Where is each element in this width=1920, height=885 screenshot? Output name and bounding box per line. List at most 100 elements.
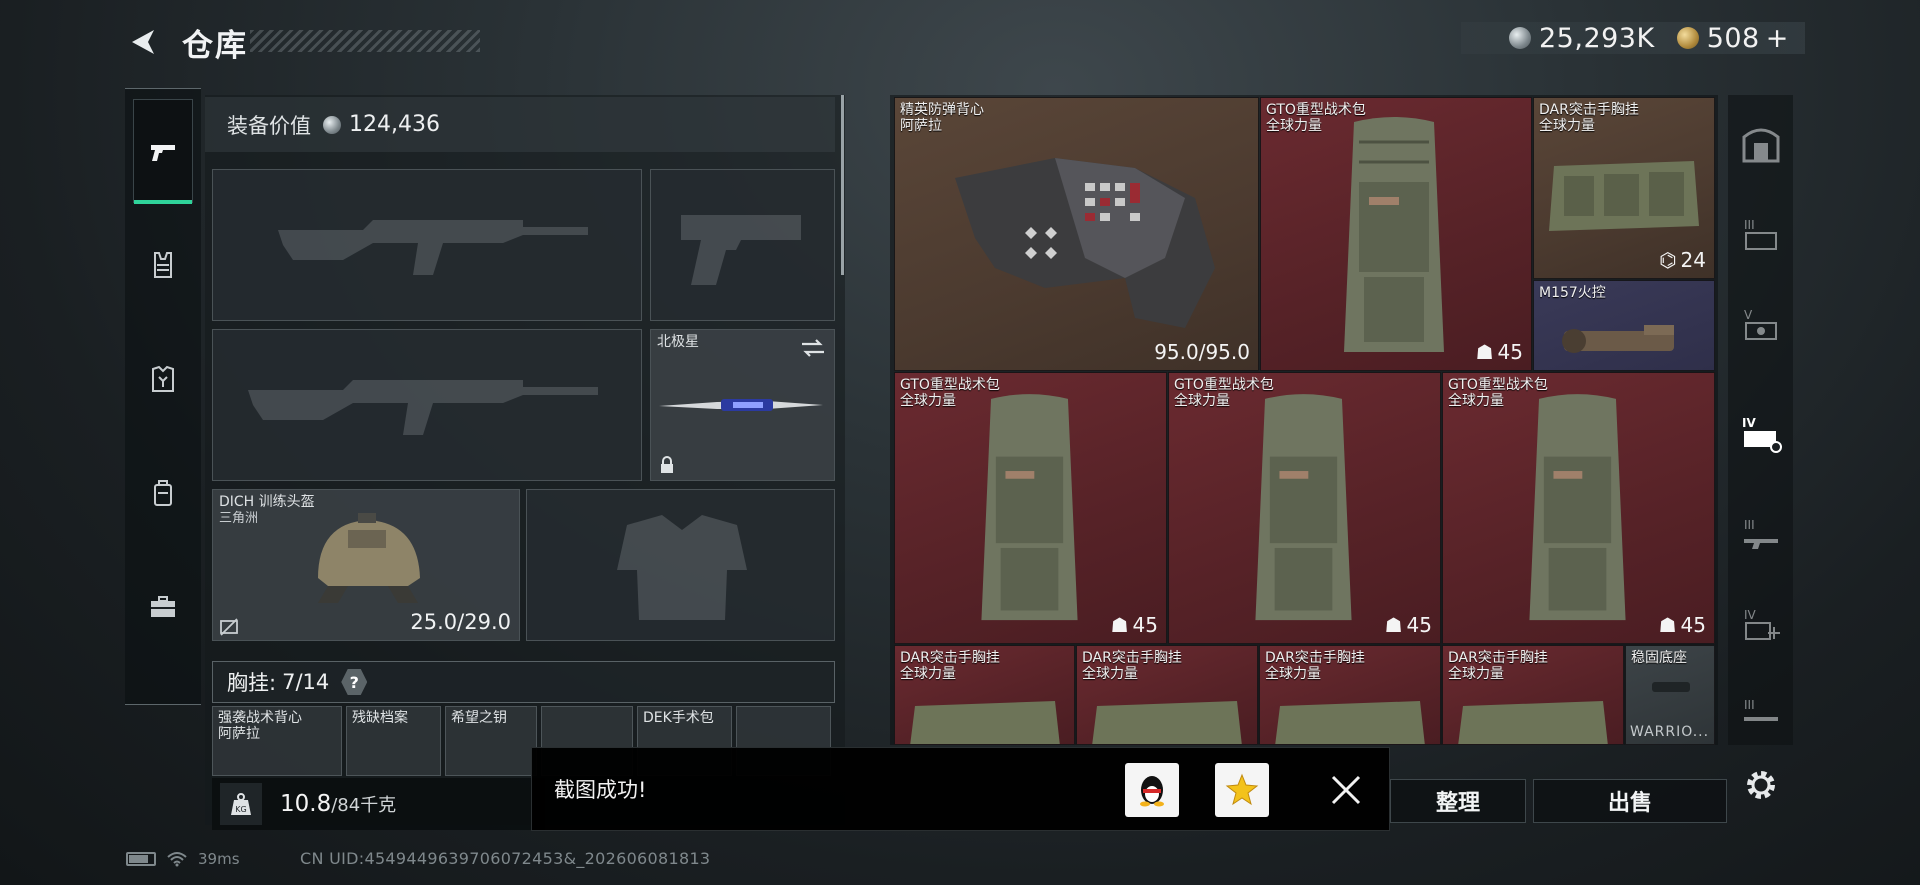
chest-rig-bar: 胸挂: 7/14 ? [212,661,835,703]
item-label: DAR突击手胸挂 全球力量 [1448,650,1548,682]
help-button[interactable]: ? [341,669,368,695]
equipment-value-header: 装备价值 124,436 [205,97,835,152]
inventory-item[interactable]: DAR突击手胸挂 全球力量 [1076,645,1258,745]
inventory-item[interactable]: GTO重型战术包 全球力量 ☗ 45 [1168,372,1441,644]
wifi-icon [167,852,187,867]
item-stat: ☗ 45 [1659,613,1706,637]
inventory-item[interactable]: GTO重型战术包 全球力量 ☗ 45 [894,372,1167,644]
organize-button[interactable]: 整理 [1390,779,1526,823]
back-arrow-icon[interactable] [124,24,160,60]
inventory-item[interactable]: DAR突击手胸挂 全球力量 [1259,645,1441,745]
inventory-item[interactable]: GTO重型战术包 全球力量 ☗ 45 [1442,372,1715,644]
nav-tab-backpack[interactable] [133,441,193,545]
item-name: DAR突击手胸挂 [900,650,1000,666]
currency-bar: 25,293K 508 + [1461,22,1805,54]
body-armor-icon [152,365,174,392]
no-repair-icon [220,618,238,636]
pistol-icon [151,145,175,161]
equipment-value: 124,436 [349,112,440,137]
tier-3-ammo-icon[interactable]: III [1740,213,1782,255]
ping-value: 39ms [198,850,240,868]
briefcase-icon [151,596,175,617]
item-label: DAR突击手胸挂 全球力量 [1265,650,1365,682]
helmet-label: DICH 训练头盔 三角洲 [219,494,315,527]
tier-5-medkit-icon[interactable]: V [1740,303,1782,345]
settings-gear-icon[interactable] [1742,766,1780,804]
pocket-name: 强袭战术背心 [218,710,302,726]
armor-slot[interactable] [526,489,835,641]
backpack-icon [154,480,172,506]
equipment-scrollbar[interactable] [841,95,844,275]
secondary-weapon-slot[interactable] [212,329,642,481]
item-stat: ☗ 45 [1385,613,1432,637]
battery-icon [126,852,156,866]
rifle-silhouette-icon [248,380,598,435]
weight-current: 10.8 [280,791,332,817]
chest-rig-count: 7/14 [282,670,330,694]
item-name: GTO重型战术包 [1266,102,1366,118]
add-currency-button[interactable]: + [1766,23,1789,54]
pocket-slot[interactable]: 希望之钥 [445,706,537,776]
chest-rig-image [1092,701,1242,744]
pocket-name: DEK手术包 [643,710,714,726]
player-uid: CN UID:4549449639706072453&_202606081813 [300,849,711,868]
screenshot-toast: 截图成功! [531,747,1390,831]
item-stat: ⌬ 24 [1659,248,1706,272]
item-label: 精英防弹背心 阿萨拉 [900,102,984,134]
chest-rig-image [1275,701,1425,744]
capacity-icon: ☗ [1110,613,1129,637]
helmet-slot[interactable]: DICH 训练头盔 三角洲 25.0/29.0 [212,489,520,641]
tier-3-rifle-icon[interactable]: III [1740,513,1782,555]
safe-room-icon[interactable] [1740,123,1782,165]
share-qzone-button[interactable] [1215,763,1269,817]
nav-tab-armor[interactable] [133,327,193,431]
nav-tab-chest-rig[interactable] [133,213,193,317]
close-icon[interactable] [1328,772,1364,808]
chest-rig-icon [154,252,172,278]
pocket-slot[interactable]: 强袭战术背心 阿萨拉 [212,706,342,776]
inventory-item[interactable]: GTO重型战术包 全球力量 ☗ 45 [1260,97,1532,371]
melee-slot[interactable]: 北极星 [650,329,835,481]
title-decoration [250,30,480,52]
tier-4-gear-icon[interactable]: IV [1740,413,1782,455]
item-label: DAR突击手胸挂 全球力量 [900,650,1000,682]
svg-text:III: III [1744,518,1755,532]
swap-icon[interactable] [800,338,826,358]
rifle-silhouette-icon [278,220,588,275]
nav-tab-weapons[interactable] [133,99,193,204]
weight-bar: KG 10.8 /84千克 [212,778,545,830]
primary-weapon-slot[interactable] [212,169,642,321]
item-label: DAR突击手胸挂 全球力量 [1539,102,1639,134]
item-label: DAR突击手胸挂 全球力量 [1082,650,1182,682]
chest-rig-small-icon: ⌬ [1659,248,1677,272]
item-name: DAR突击手胸挂 [1265,650,1365,666]
pocket-slot[interactable]: 残缺档案 [346,706,441,776]
knife-image [659,399,823,411]
item-name: M157火控 [1539,285,1606,301]
fire-control-image [1562,325,1674,353]
inventory-item[interactable]: DAR突击手胸挂 全球力量 ⌬ 24 [1533,97,1715,279]
armor-silhouette-icon [617,515,747,620]
item-capacity: 24 [1680,248,1706,272]
nav-tab-case[interactable] [133,555,193,659]
capacity-icon: ☗ [1658,613,1677,637]
inventory-item[interactable]: DAR突击手胸挂 全球力量 [1442,645,1624,745]
inventory-item[interactable]: 精英防弹背心 阿萨拉 95.0/95.0 [894,97,1259,371]
pocket-sub: 阿萨拉 [218,726,260,742]
tier-3-weapon-icon[interactable]: III [1740,693,1782,735]
equipment-value-label: 装备价值 [227,113,311,138]
inventory-item[interactable]: 稳固底座 WARRIO... [1625,645,1715,745]
item-name: DAR突击手胸挂 [1539,102,1639,118]
item-durability: 95.0/95.0 [1154,340,1250,364]
sell-button[interactable]: 出售 [1533,779,1727,823]
item-brand: WARRIO... [1630,724,1710,740]
sidearm-slot[interactable] [650,169,835,321]
item-capacity: 45 [1132,613,1158,637]
right-category-tabs: III V IV III IV III [1728,95,1793,745]
item-sub: 全球力量 [1448,666,1504,682]
share-qq-button[interactable] [1125,763,1179,817]
inventory-item[interactable]: DAR突击手胸挂 全球力量 [894,645,1075,745]
tier-4-add-icon[interactable]: IV [1740,603,1782,645]
item-sub: 全球力量 [900,393,956,409]
inventory-item[interactable]: M157火控 [1533,280,1715,371]
